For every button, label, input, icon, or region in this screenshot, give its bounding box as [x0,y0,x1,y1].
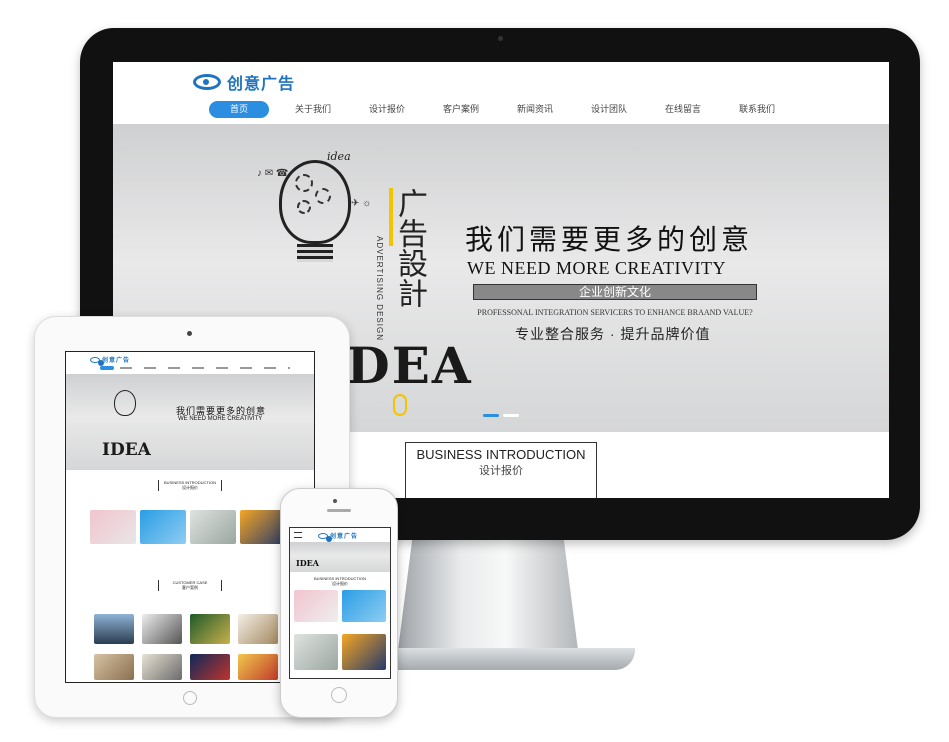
nav-item-news[interactable]: 新闻资讯 [505,101,565,118]
gear-icon [295,174,313,192]
tablet-thumb[interactable] [90,510,136,544]
nav-item-home[interactable]: 首页 [209,101,269,118]
mouse-icon [393,394,407,416]
section-title-frame: BUSINESS INTRODUCTION 设计报价 [405,442,597,498]
tablet-case-thumb[interactable] [142,614,182,644]
bulb-outline-icon [279,160,351,244]
tablet-headline-en: WE NEED MORE CREATIVITY [178,416,263,422]
tablet-thumb[interactable] [140,510,186,544]
bulb-base-icon [297,244,333,262]
monitor-stand-neck [398,538,578,650]
slider-dot-active[interactable] [483,414,499,417]
doodle-icons: ♪ ✉ ☎ [257,168,289,179]
logo-text: 创意广告 [227,76,296,93]
vertical-design-subtitle: ADVERTISING DESIGN [375,236,384,341]
tablet-case-thumb[interactable] [238,654,278,680]
tablet-nav-active [100,366,114,370]
phone-logo: 创意广告 [318,531,358,542]
nav-item-team[interactable]: 设计团队 [579,101,639,118]
section-title-en: BUSINESS INTRODUCTION [416,447,586,462]
bulb-label: idea [327,150,351,163]
tablet-case-thumb[interactable] [94,614,134,644]
tablet-camera [187,331,192,336]
doodle-icons: ✈ ☼ [351,198,372,209]
yellow-accent-bar [389,188,393,246]
tablet-case-thumb[interactable] [238,614,278,644]
eye-logo-icon [318,532,332,542]
tablet-screen: 创意广告 我们需要更多的创意 WE NEED MORE CREATIVITY I… [65,351,315,683]
phone-speaker [327,509,351,512]
eye-logo-icon [193,74,221,90]
phone-camera [333,499,337,503]
headline-cn: 我们需要更多的创意 [465,223,754,256]
phone-device: 创意广告 IDEA BUSINESS INTRODUCTION 设计报价 [280,488,398,718]
phone-thumb[interactable] [294,634,338,670]
subline-en: PROFESSONAL INTEGRATION SERVICERS TO ENH… [477,308,753,317]
tablet-section-title: BUSINESS INTRODUCTION 设计报价 [158,480,222,491]
eye-logo-icon [90,356,104,366]
tablet-case-thumb[interactable] [142,654,182,680]
nav-item-cases[interactable]: 客户案例 [431,101,491,118]
phone-home-button[interactable] [331,687,347,703]
tablet-section-title-2: CUSTOMER CASE 客户案例 [158,580,222,591]
tablet-case-thumb[interactable] [190,654,230,680]
main-nav: 首页 关于我们 设计报价 客户案例 新闻资讯 设计团队 在线留言 联系我们 [209,101,787,118]
tablet-banner: 我们需要更多的创意 WE NEED MORE CREATIVITY IDEA [66,374,314,470]
nav-item-about[interactable]: 关于我们 [283,101,343,118]
phone-thumb[interactable] [342,634,386,670]
idea-bulb-illustration: idea ♪ ✉ ☎ ✈ ☼ [253,138,383,308]
nav-item-contact[interactable]: 联系我们 [727,101,787,118]
phone-idea-word: IDEA [296,558,319,568]
gear-icon [297,200,311,214]
tablet-thumb[interactable] [190,510,236,544]
gear-icon [315,188,331,204]
menu-icon[interactable] [294,532,302,538]
subline-cn: 专业整合服务 · 提升品牌价值 [515,326,711,342]
tablet-case-thumb[interactable] [94,654,134,680]
tablet-case-thumb[interactable] [190,614,230,644]
camera-dot [498,36,503,41]
section-title-cn: 设计报价 [479,465,523,477]
phone-banner: IDEA [290,542,390,572]
tablet-logo: 创意广告 [90,355,130,366]
phone-screen: 创意广告 IDEA BUSINESS INTRODUCTION 设计报价 [289,527,391,679]
headline-en: WE NEED MORE CREATIVITY [467,258,726,278]
phone-thumb[interactable] [294,590,338,622]
slider-dot[interactable] [503,414,519,417]
tablet-idea-word: IDEA [102,440,151,460]
headline-boxed-text: 企业创新文化 [473,284,757,300]
tablet-home-button[interactable] [183,691,197,705]
phone-section-title: BUSINESS INTRODUCTION 设计报价 [313,576,366,586]
nav-item-message[interactable]: 在线留言 [653,101,713,118]
bulb-outline-icon [114,390,136,416]
nav-item-pricing[interactable]: 设计报价 [357,101,417,118]
site-logo[interactable]: 创意广告 [193,70,295,94]
tablet-nav [120,367,290,369]
phone-thumb[interactable] [342,590,386,622]
